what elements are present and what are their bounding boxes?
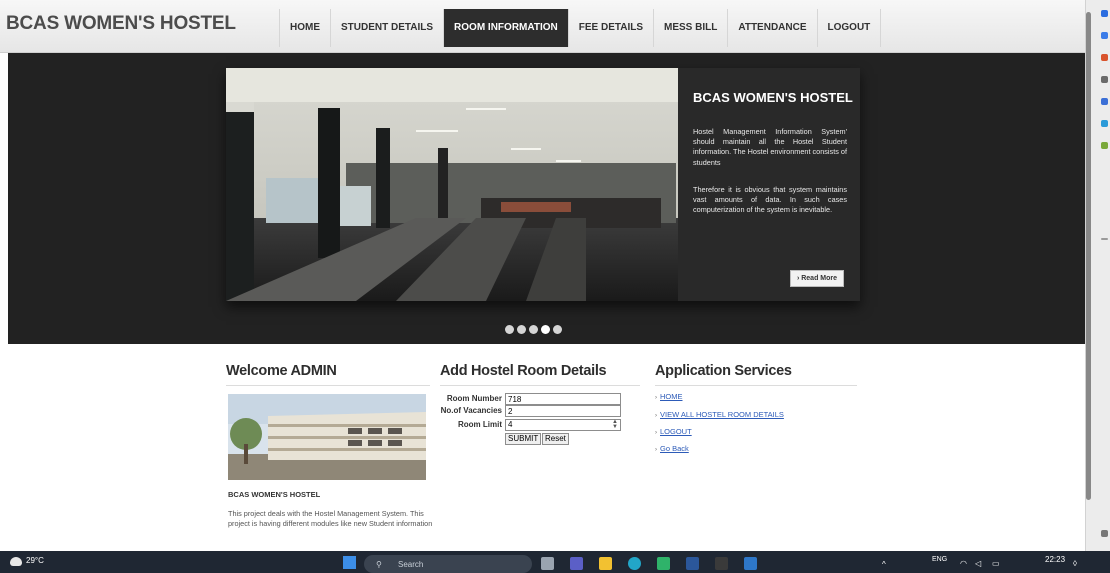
nav-home[interactable]: HOME: [279, 9, 330, 47]
nav-room-information[interactable]: ROOM INFORMATION: [443, 9, 568, 47]
caption-title: BCAS WOMEN'S HOSTEL: [693, 90, 853, 105]
room-number-input[interactable]: [505, 393, 621, 405]
link-view-all-rooms[interactable]: › VIEW ALL HOSTEL ROOM DETAILS: [655, 410, 784, 419]
slider-dot[interactable]: [529, 325, 538, 334]
language-indicator[interactable]: ENG: [932, 556, 947, 563]
clock-time[interactable]: 22:23: [1045, 555, 1065, 564]
edge-icon[interactable]: [628, 557, 641, 570]
chevron-up-icon[interactable]: ^: [882, 560, 886, 569]
sidebar-settings-icon[interactable]: [1101, 530, 1108, 537]
site-title: BCAS WOMEN'S HOSTEL: [6, 13, 236, 34]
divider: [226, 385, 430, 386]
read-more-button[interactable]: › Read More: [790, 270, 844, 287]
task-view-icon[interactable]: [541, 557, 554, 570]
weather-icon[interactable]: [10, 557, 22, 566]
dining-hall-photo: [226, 68, 678, 301]
sidebar-copilot-icon[interactable]: [1101, 32, 1108, 39]
arrow-right-icon: ›: [655, 413, 657, 419]
slider-dot[interactable]: [517, 325, 526, 334]
battery-icon[interactable]: ▭: [992, 559, 1000, 568]
nav-logout[interactable]: LOGOUT: [816, 9, 882, 47]
nav-attendance[interactable]: ATTENDANCE: [727, 9, 816, 47]
sidebar-divider: [1101, 238, 1108, 240]
site-header: BCAS WOMEN'S HOSTEL HOME STUDENT DETAILS…: [0, 0, 1085, 53]
terminal-icon[interactable]: [715, 557, 728, 570]
services-heading: Application Services: [655, 363, 792, 379]
slider-pagination: [505, 325, 562, 334]
windows-start-icon[interactable]: [343, 556, 356, 569]
vacancies-label: No.of Vacancies: [440, 406, 502, 415]
wifi-icon[interactable]: ◠: [960, 559, 967, 568]
sidebar-games-icon[interactable]: [1101, 98, 1108, 105]
link-home-label: HOME: [660, 392, 683, 401]
link-home[interactable]: › HOME: [655, 392, 683, 401]
taskbar-search-label: Search: [398, 560, 424, 569]
read-more-label: Read More: [801, 275, 838, 282]
slide-caption: BCAS WOMEN'S HOSTEL Hostel Management In…: [678, 68, 860, 301]
arrow-right-icon: ›: [655, 395, 657, 401]
room-limit-stepper[interactable]: 4 ▲ ▼: [505, 419, 621, 431]
vscode-icon[interactable]: [744, 557, 757, 570]
room-limit-value: 4: [508, 420, 513, 429]
link-go-back[interactable]: › Go Back: [655, 444, 689, 453]
taskbar-search[interactable]: [364, 555, 532, 573]
file-explorer-icon[interactable]: [599, 557, 612, 570]
sidebar-tools-icon[interactable]: [1101, 142, 1108, 149]
arrow-right-icon: ›: [655, 430, 657, 436]
link-view-all-rooms-label: VIEW ALL HOSTEL ROOM DETAILS: [660, 410, 784, 419]
search-icon: ⚲: [376, 560, 382, 569]
speaker-icon[interactable]: ◁: [975, 559, 981, 568]
link-go-back-label: Go Back: [660, 444, 689, 453]
sidebar-person-icon[interactable]: [1101, 76, 1108, 83]
reset-button[interactable]: Reset: [542, 433, 569, 445]
vacancies-input[interactable]: [505, 405, 621, 417]
submit-button[interactable]: SUBMIT: [505, 433, 542, 445]
room-number-label: Room Number: [446, 394, 502, 403]
sidebar-search-icon[interactable]: [1101, 10, 1108, 17]
nav-fee-details[interactable]: FEE DETAILS: [567, 9, 653, 47]
weather-temperature: 29°C: [26, 556, 44, 565]
divider: [655, 385, 857, 386]
nav-mess-bill[interactable]: MESS BILL: [653, 9, 727, 47]
welcome-heading: Welcome ADMIN: [226, 363, 337, 379]
slider-dot-active[interactable]: [541, 325, 550, 334]
spinner-arrows-icon[interactable]: ▲ ▼: [612, 419, 618, 430]
chrome-icon[interactable]: [657, 557, 670, 570]
page-scrollbar[interactable]: [1086, 12, 1091, 500]
main-nav: HOME STUDENT DETAILS ROOM INFORMATION FE…: [279, 9, 882, 47]
form-heading: Add Hostel Room Details: [440, 363, 607, 379]
notification-bell-icon[interactable]: ◊: [1073, 559, 1077, 568]
caption-paragraph: Therefore it is obvious that system main…: [693, 185, 847, 215]
teams-icon[interactable]: [570, 557, 583, 570]
room-limit-label: Room Limit: [458, 420, 502, 429]
slider-dot[interactable]: [505, 325, 514, 334]
word-icon[interactable]: [686, 557, 699, 570]
sidebar-shopping-icon[interactable]: [1101, 54, 1108, 61]
nav-student-details[interactable]: STUDENT DETAILS: [330, 9, 443, 47]
welcome-description: This project deals with the Hostel Manag…: [228, 509, 433, 528]
caption-paragraph: Hostel Management Information System' sh…: [693, 127, 847, 167]
welcome-title: BCAS WOMEN'S HOSTEL: [228, 490, 321, 499]
sidebar-outlook-icon[interactable]: [1101, 120, 1108, 127]
hostel-building-photo: [228, 394, 426, 480]
divider: [440, 385, 640, 386]
hero-slide: BCAS WOMEN'S HOSTEL Hostel Management In…: [226, 68, 860, 301]
link-logout[interactable]: › LOGOUT: [655, 427, 692, 436]
slider-dot[interactable]: [553, 325, 562, 334]
link-logout-label: LOGOUT: [660, 427, 692, 436]
arrow-right-icon: ›: [655, 447, 657, 453]
